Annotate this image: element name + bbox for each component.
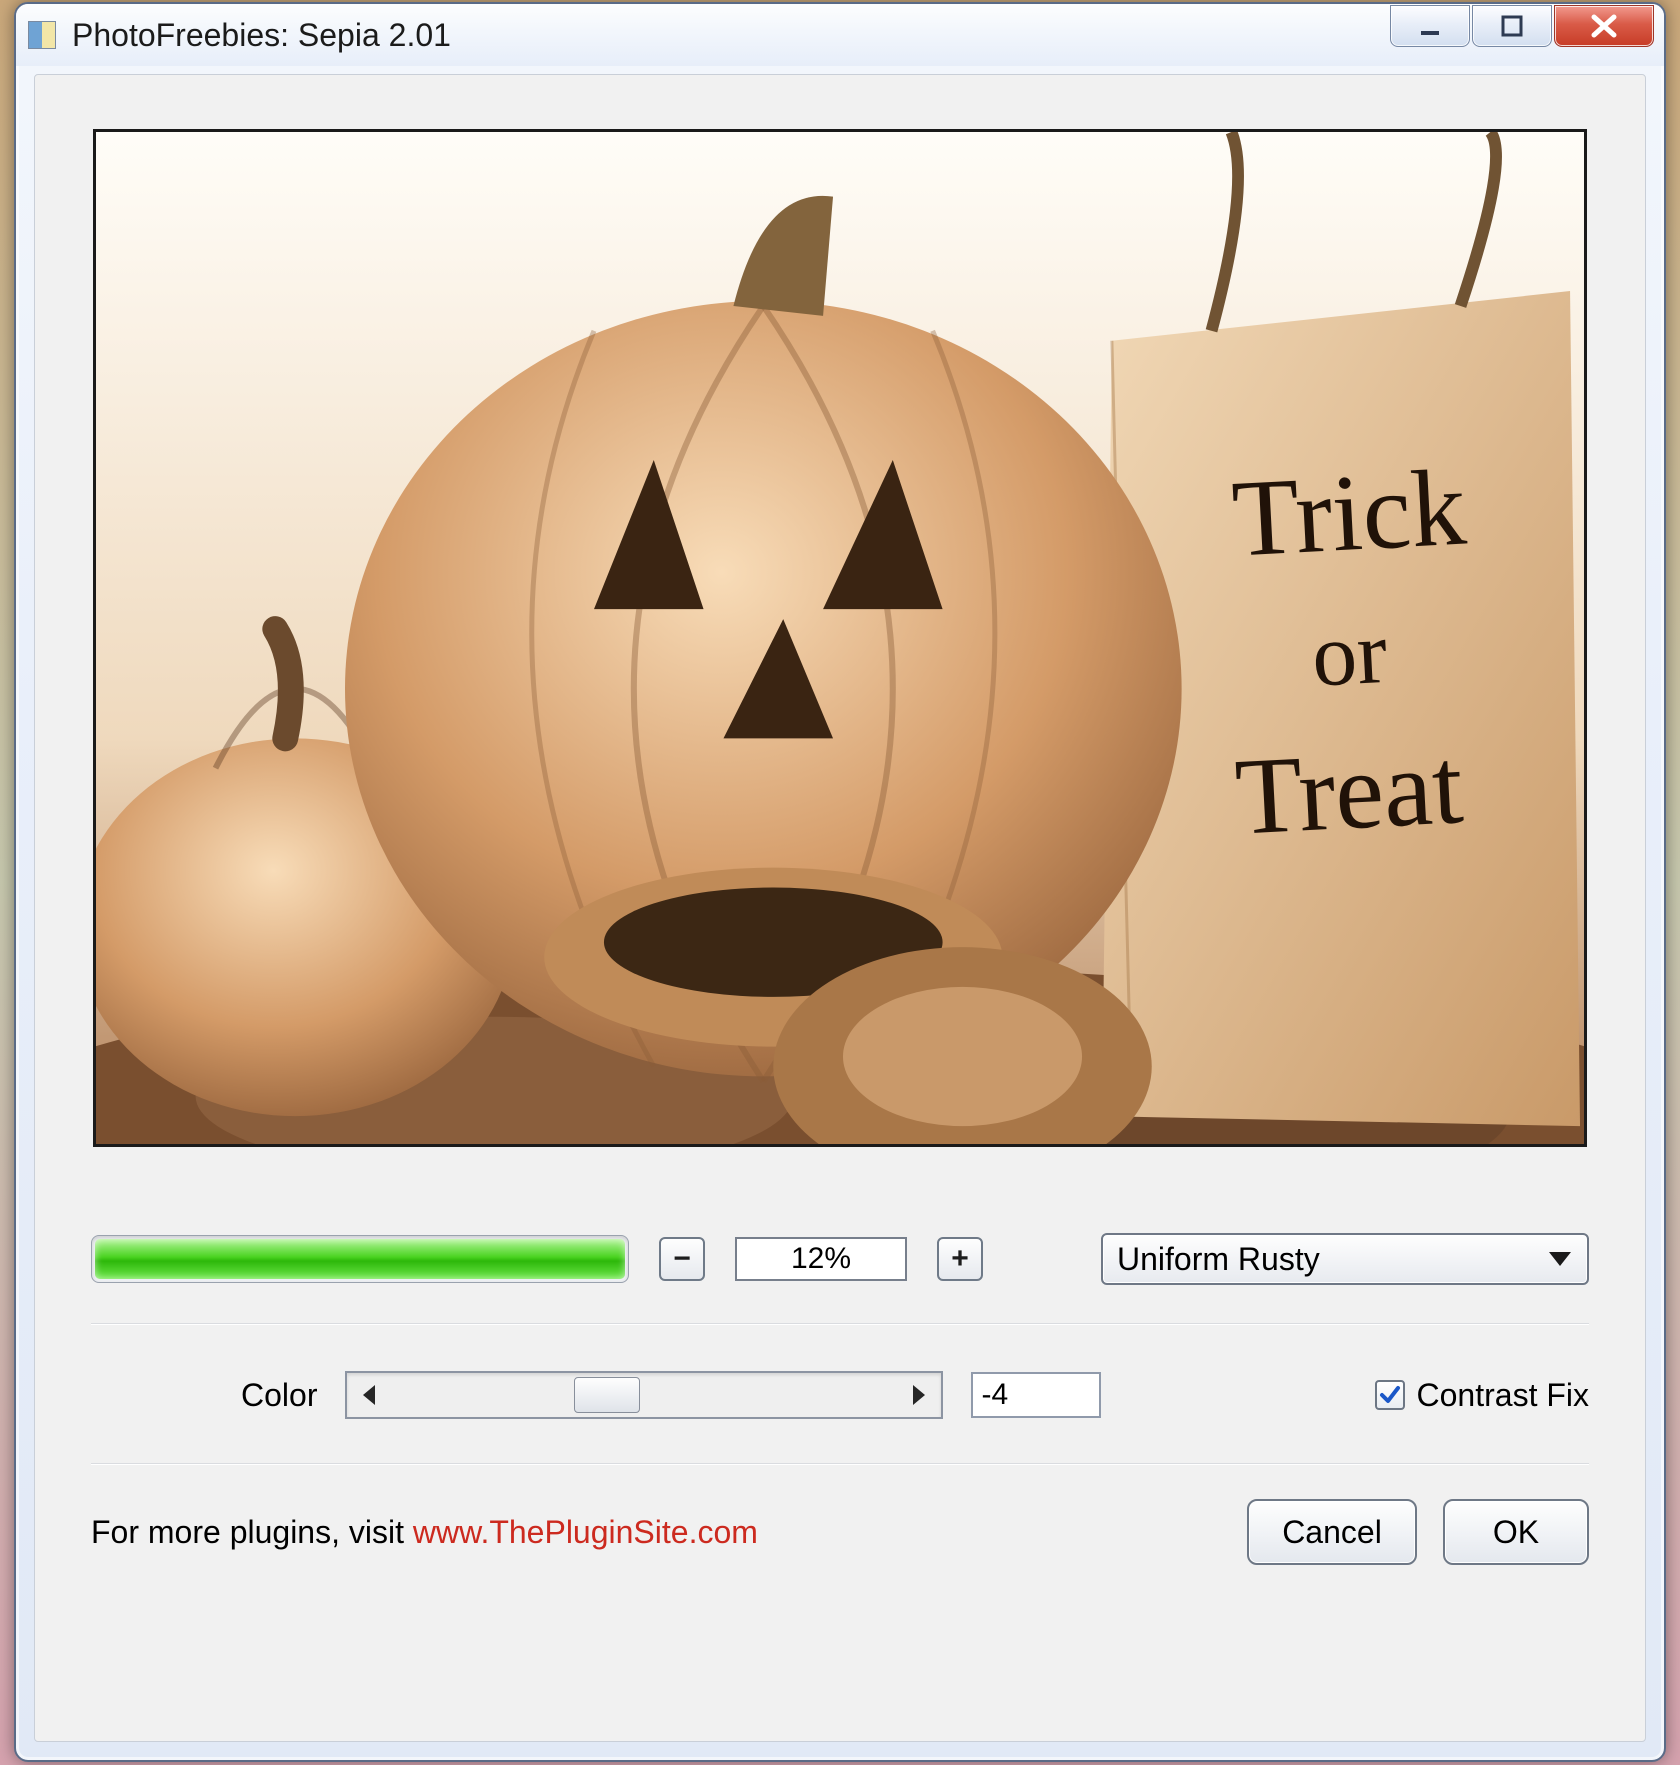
contrast-fix-label: Contrast Fix: [1417, 1377, 1589, 1414]
slider-left-button[interactable]: [347, 1373, 391, 1417]
client-area: Trick or Treat: [34, 74, 1646, 1742]
chevron-down-icon: [1549, 1252, 1571, 1266]
checkmark-icon: [1379, 1384, 1401, 1406]
cancel-button[interactable]: Cancel: [1247, 1499, 1417, 1565]
minus-icon: −: [673, 1242, 691, 1276]
preview-image[interactable]: Trick or Treat: [93, 129, 1587, 1147]
close-icon: [1587, 11, 1621, 41]
ok-label: OK: [1493, 1514, 1539, 1551]
app-icon: [28, 21, 56, 49]
progress-bar: [91, 1235, 629, 1283]
window-buttons: [1390, 5, 1654, 47]
separator: [91, 1463, 1589, 1465]
triangle-left-icon: [363, 1385, 375, 1405]
contrast-fix-group: Contrast Fix: [1375, 1377, 1589, 1414]
sign-line3: Treat: [1232, 724, 1465, 858]
slider-right-button[interactable]: [897, 1373, 941, 1417]
decrement-button[interactable]: −: [659, 1237, 705, 1281]
color-slider[interactable]: [345, 1371, 943, 1419]
contrast-fix-checkbox[interactable]: [1375, 1380, 1405, 1410]
maximize-button[interactable]: [1472, 5, 1552, 47]
sign-line2: or: [1310, 603, 1390, 706]
cancel-label: Cancel: [1282, 1514, 1382, 1551]
controls-row-1: − 12% + Uniform Rusty: [91, 1233, 1589, 1285]
dialog-window: PhotoFreebies: Sepia 2.01: [14, 2, 1666, 1762]
footer-prefix: For more plugins, visit: [91, 1514, 413, 1550]
preset-value: Uniform Rusty: [1117, 1241, 1320, 1278]
color-label: Color: [241, 1377, 317, 1414]
controls-row-2: Color -4 Contrast Fix: [91, 1371, 1589, 1419]
triangle-right-icon: [913, 1385, 925, 1405]
close-button[interactable]: [1554, 5, 1654, 47]
slider-thumb[interactable]: [574, 1377, 640, 1413]
maximize-icon: [1497, 11, 1527, 41]
progress-fill: [95, 1239, 625, 1279]
percent-input[interactable]: 12%: [735, 1237, 907, 1281]
footer-text: For more plugins, visit www.ThePluginSit…: [91, 1514, 758, 1551]
footer-row: For more plugins, visit www.ThePluginSit…: [91, 1499, 1589, 1565]
footer-link[interactable]: www.ThePluginSite.com: [413, 1514, 758, 1550]
minimize-icon: [1415, 11, 1445, 41]
minimize-button[interactable]: [1390, 5, 1470, 47]
ok-button[interactable]: OK: [1443, 1499, 1589, 1565]
increment-button[interactable]: +: [937, 1237, 983, 1281]
plus-icon: +: [951, 1242, 969, 1276]
slider-track[interactable]: [391, 1373, 897, 1417]
color-value-input[interactable]: -4: [971, 1372, 1101, 1418]
separator: [91, 1323, 1589, 1325]
sign-line1: Trick: [1229, 446, 1469, 580]
titlebar: PhotoFreebies: Sepia 2.01: [16, 4, 1664, 66]
preset-dropdown[interactable]: Uniform Rusty: [1101, 1233, 1589, 1285]
window-title: PhotoFreebies: Sepia 2.01: [72, 17, 451, 54]
preview-illustration: Trick or Treat: [96, 132, 1584, 1144]
